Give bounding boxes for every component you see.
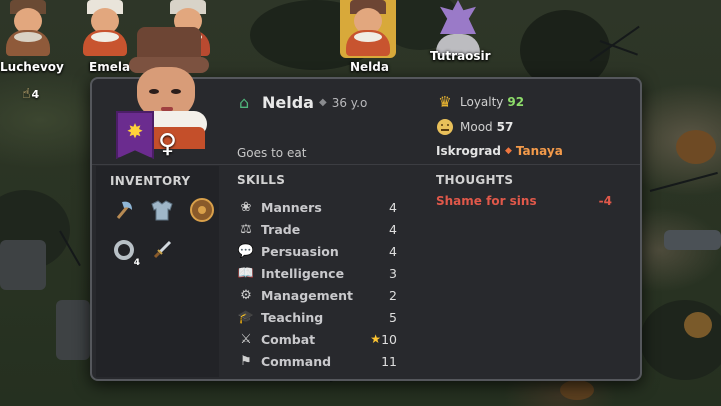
mood-stat: Mood 57	[436, 119, 513, 135]
character-info-panel: ✸ ♀ ⌂ Nelda ◆ 36 y.o Goes to eat ♛ Loyal…	[90, 27, 642, 381]
character-name-label: Nelda	[350, 60, 389, 74]
skill-row[interactable]: ⚑ Command 11	[237, 350, 397, 372]
item-count: 4	[133, 258, 140, 268]
dagger-icon[interactable]	[148, 236, 176, 264]
notification-badge[interactable]: ☝4	[22, 86, 39, 102]
thought-item[interactable]: Shame for sins -4	[436, 194, 612, 208]
mood-face-icon	[436, 119, 454, 135]
loyalty-value: 92	[507, 95, 525, 109]
settlement-name[interactable]: Iskrograd	[436, 144, 501, 158]
female-gender-icon: ♀	[158, 129, 178, 159]
character-portrait-nelda[interactable]	[340, 0, 396, 58]
inventory-title: INVENTORY	[110, 174, 191, 188]
gear-icon: ⚙	[240, 287, 252, 303]
shield-icon[interactable]	[188, 196, 216, 224]
home-icon[interactable]: ⌂	[239, 94, 257, 111]
character-name-row: ⌂ Nelda ◆ 36 y.o	[239, 93, 367, 112]
book-icon: 📖	[237, 265, 255, 281]
skill-row[interactable]: 📖 Intelligence 3	[237, 262, 397, 284]
settlement-row: Iskrograd ◆ Tanaya	[436, 144, 563, 158]
skills-section: SKILLS ❀ Manners 4 ⚖ Trade 4 💬 Persuasion 4 📖 I…	[237, 173, 397, 372]
skill-row[interactable]: 🎓 Teaching 5	[237, 306, 397, 328]
character-name: Nelda	[262, 93, 314, 112]
thoughts-title: THOUGHTS	[436, 173, 514, 187]
ring-icon[interactable]: 4	[110, 236, 140, 268]
character-portrait-luchevoy[interactable]	[0, 0, 56, 58]
skill-row[interactable]: ⚔ Combat ★ 10	[237, 328, 397, 350]
skills-title: SKILLS	[237, 173, 286, 187]
crown-icon: ♛	[438, 93, 452, 111]
star-icon: ★	[370, 332, 381, 346]
house-banner-icon[interactable]: ✸	[116, 111, 154, 159]
hand-icon: ☝	[22, 86, 31, 102]
separator-diamond-icon: ◆	[504, 146, 512, 156]
ruler-name[interactable]: Tanaya	[516, 144, 563, 158]
thought-value: -4	[598, 194, 612, 208]
mood-value: 57	[496, 120, 514, 134]
skill-row[interactable]: ⚖ Trade 4	[237, 218, 397, 240]
current-activity: Goes to eat	[237, 146, 307, 160]
loyalty-stat: ♛ Loyalty 92	[436, 94, 524, 110]
separator-diamond-icon: ◆	[318, 97, 327, 108]
scales-icon: ⚖	[240, 221, 252, 237]
axe-icon[interactable]	[110, 196, 138, 224]
flag-icon: ⚑	[240, 353, 252, 369]
speech-icon: 💬	[237, 243, 255, 259]
character-age: 36 y.o	[331, 95, 368, 110]
skill-row[interactable]: ❀ Manners 4	[237, 196, 397, 218]
panel-header: ✸ ♀ ⌂ Nelda ◆ 36 y.o Goes to eat ♛ Loyal…	[92, 27, 640, 165]
crossed-swords-icon: ⚔	[240, 331, 252, 347]
armor-icon[interactable]	[148, 196, 176, 224]
thoughts-section: THOUGHTS Shame for sins -4	[436, 173, 612, 208]
graduation-cap-icon: 🎓	[237, 309, 255, 325]
manners-icon: ❀	[240, 199, 252, 215]
character-name-label: Luchevoy	[0, 60, 64, 74]
inventory-section: INVENTORY 4	[96, 166, 219, 377]
skill-row[interactable]: 💬 Persuasion 4	[237, 240, 397, 262]
skill-row[interactable]: ⚙ Management 2	[237, 284, 397, 306]
character-name-label: Tutraosir	[430, 49, 491, 63]
thought-text: Shame for sins	[436, 194, 537, 208]
